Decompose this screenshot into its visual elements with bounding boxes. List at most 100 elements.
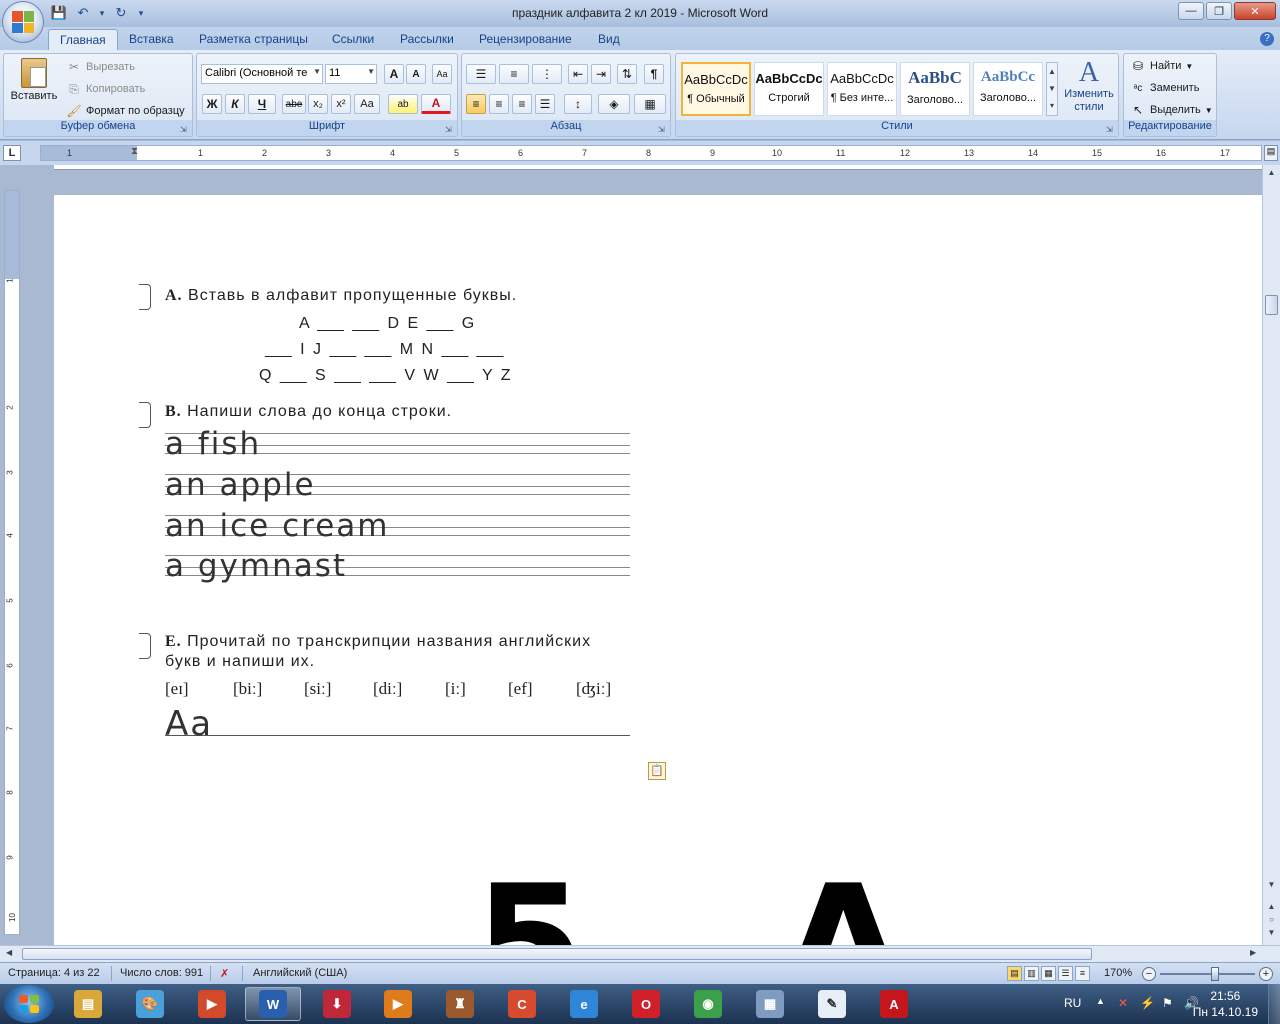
line-spacing-button[interactable]: ↕ [564,94,592,114]
reading-view-icon[interactable]: ▥ [1024,966,1039,981]
office-button[interactable] [2,1,44,43]
spelling-check-icon[interactable]: ✗ [220,967,229,980]
taskbar-app-downloader[interactable]: ⬇ [309,987,365,1021]
help-icon[interactable]: ? [1260,32,1274,46]
scroll-down-icon[interactable]: ▼ [1265,880,1278,889]
zoom-slider-knob[interactable] [1211,967,1219,981]
taskbar-app-word[interactable]: W [245,987,301,1021]
style-strong[interactable]: AaBbCcDc Строгий [754,62,824,116]
highlight-button[interactable]: ab [388,94,418,114]
tab-review[interactable]: Рецензирование [468,29,583,50]
tab-insert[interactable]: Вставка [118,29,185,50]
numbering-button[interactable]: ≡ [499,64,529,84]
show-marks-button[interactable]: ¶ [644,64,664,84]
next-page-icon[interactable]: ▼ [1265,928,1278,937]
font-launcher-icon[interactable]: ⇲ [445,125,454,134]
language-bar[interactable]: RU [1064,996,1081,1010]
format-painter-button[interactable]: 🖌 Формат по образцу [66,103,184,119]
style-heading-2[interactable]: AaBbCc Заголово... [973,62,1043,116]
clear-formatting-button[interactable]: Aa [432,64,452,84]
web-layout-view-icon[interactable]: ▦ [1041,966,1056,981]
vertical-scrollbar[interactable]: ▲ ▼ ▲ ○ ▼ [1262,165,1280,945]
align-right-button[interactable]: ≡ [512,94,532,114]
italic-button[interactable]: К [225,94,245,114]
find-button[interactable]: ⛁ Найти ▼ [1130,58,1193,74]
clock[interactable]: 21:56 Пн 14.10.19 [1193,988,1258,1020]
power-icon[interactable]: ⚡ [1140,996,1155,1010]
replace-button[interactable]: ᵃc Заменить [1130,80,1200,96]
document-page[interactable]: A. Вставь в алфавит пропущенные буквы. A… [54,195,1262,945]
taskbar-app-calculator[interactable]: ▦ [742,987,798,1021]
horizontal-scrollbar[interactable]: ◀ ▶ [0,945,1280,962]
scroll-up-icon[interactable]: ▲ [1265,168,1278,177]
styles-scroll[interactable]: ▲ ▼ ▾ [1046,62,1058,116]
taskbar-app-ccleaner[interactable]: C [494,987,550,1021]
previous-page-icon[interactable]: ▲ [1265,902,1278,911]
paste-button[interactable]: Вставить [9,58,59,102]
grow-font-button[interactable]: A [384,64,404,84]
taskbar-app-media-player[interactable]: ▶ [370,987,426,1021]
draft-view-icon[interactable]: ≡ [1075,966,1090,981]
font-color-button[interactable]: A [421,94,451,114]
paste-options-icon[interactable]: 📋 [648,762,666,780]
justify-button[interactable]: ☰ [535,94,555,114]
taskbar-app-acrobat[interactable]: A [866,987,922,1021]
increase-indent-button[interactable]: ⇥ [591,64,611,84]
taskbar-app-powerpoint-viewer[interactable]: ▶ [184,987,240,1021]
start-button[interactable] [4,985,54,1023]
borders-button[interactable]: ▦ [634,94,666,114]
align-center-button[interactable]: ≡ [489,94,509,114]
taskbar-app-opera[interactable]: O [618,987,674,1021]
change-styles-button[interactable]: A Изменить стили [1060,58,1118,114]
copy-button[interactable]: ⎘ Копировать [66,81,145,97]
vertical-scroll-thumb[interactable] [1265,295,1278,315]
strikethrough-button[interactable]: abe [282,94,306,114]
horizontal-scroll-thumb[interactable] [22,948,1092,960]
browse-object-icon[interactable]: ○ [1265,915,1278,924]
close-button[interactable]: ✕ [1234,2,1276,20]
tab-home[interactable]: Главная [48,29,118,50]
tab-references[interactable]: Ссылки [321,29,385,50]
outline-view-icon[interactable]: ☰ [1058,966,1073,981]
font-name-combo[interactable]: Calibri (Основной те ▼ [201,64,323,84]
vertical-ruler[interactable]: 1 2 3 4 5 6 7 8 9 10 [4,190,20,935]
taskbar-app-explorer[interactable]: ▤ [60,987,116,1021]
taskbar-app-paint[interactable]: 🎨 [122,987,178,1021]
style-no-spacing[interactable]: AaBbCcDc ¶ Без инте... [827,62,897,116]
scroll-left-icon[interactable]: ◀ [6,948,12,957]
word-count[interactable]: Число слов: 991 [120,967,203,979]
zoom-out-icon[interactable]: − [1142,967,1156,981]
tab-page-layout[interactable]: Разметка страницы [188,29,319,50]
minimize-button[interactable]: — [1178,2,1204,20]
style-normal[interactable]: AaBbCcDc ¶ Обычный [681,62,751,116]
print-layout-view-icon[interactable]: ▤ [1007,966,1022,981]
action-center-icon[interactable]: ⚑ [1162,996,1173,1010]
styles-launcher-icon[interactable]: ⇲ [1106,125,1115,134]
shading-button[interactable]: ◈ [598,94,630,114]
superscript-button[interactable]: x² [331,94,351,114]
taskbar-app-internet-explorer[interactable]: e [556,987,612,1021]
tab-selector[interactable]: L [3,145,21,161]
sort-button[interactable]: ⇅ [617,64,637,84]
show-desktop-button[interactable] [1268,984,1280,1024]
font-size-combo[interactable]: 11 ▼ [325,64,377,84]
align-left-button[interactable]: ≡ [466,94,486,114]
multilevel-list-button[interactable]: ⋮ [532,64,562,84]
subscript-button[interactable]: x₂ [308,94,328,114]
view-ruler-button[interactable]: ▤ [1264,145,1278,161]
decrease-indent-button[interactable]: ⇤ [568,64,588,84]
network-error-icon[interactable]: ✕ [1118,996,1128,1010]
select-button[interactable]: ↖ Выделить ▼ [1130,102,1213,118]
tab-mailings[interactable]: Рассылки [389,29,465,50]
document-area[interactable]: A. Вставь в алфавит пропущенные буквы. A… [24,165,1262,945]
scroll-right-icon[interactable]: ▶ [1250,948,1256,957]
zoom-level[interactable]: 170% [1104,967,1132,979]
language-indicator[interactable]: Английский (США) [253,967,347,979]
zoom-slider[interactable] [1160,973,1255,975]
shrink-font-button[interactable]: A [406,64,426,84]
bullets-button[interactable]: ☰ [466,64,496,84]
taskbar-app-notepad[interactable]: ✎ [804,987,860,1021]
indent-marker-icon[interactable]: ⧗ [131,146,138,157]
page-count[interactable]: Страница: 4 из 22 [8,967,100,979]
tab-view[interactable]: Вид [587,29,631,50]
